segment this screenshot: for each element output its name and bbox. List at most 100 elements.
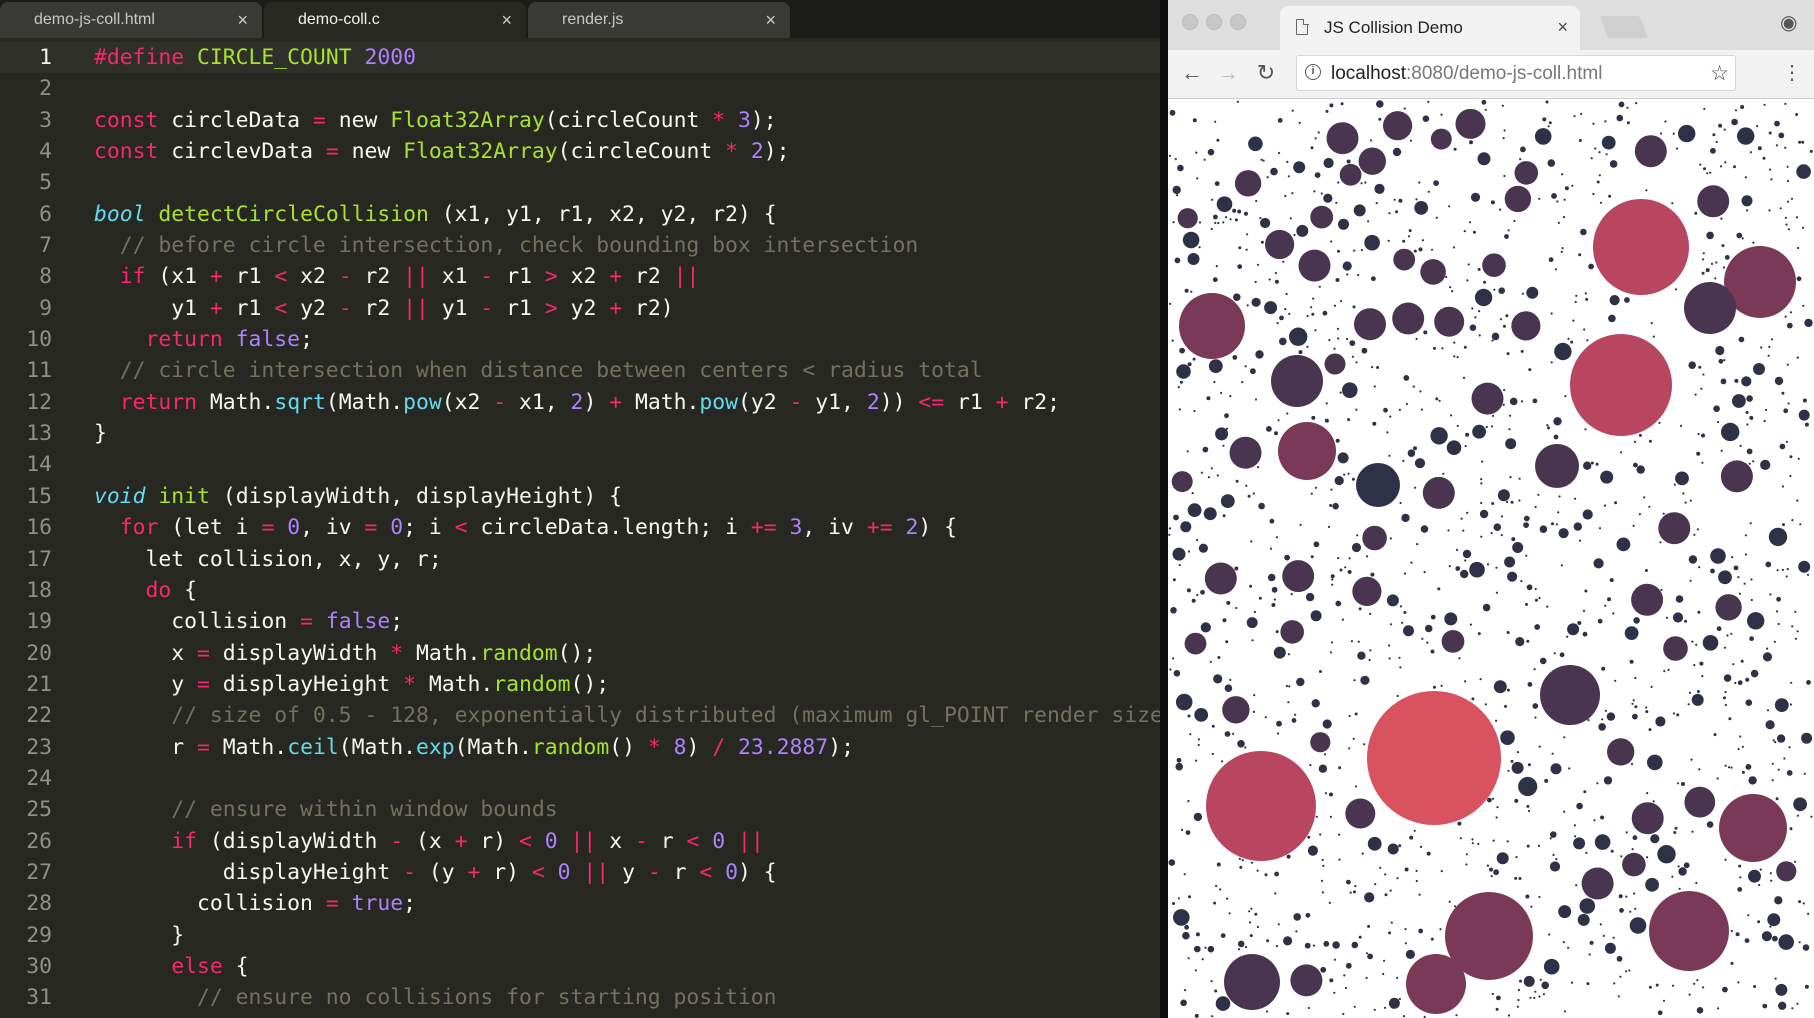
code-line[interactable]: 14 [0, 449, 1160, 480]
editor-tab-1[interactable]: demo-coll.c × [264, 2, 526, 38]
circle [1718, 358, 1724, 364]
back-icon[interactable]: ← [1178, 60, 1206, 86]
circle [1507, 769, 1510, 772]
code-area[interactable]: 1 #define CIRCLE_COUNT 2000 2 3 const circle… [0, 42, 1160, 1018]
pane-splitter[interactable] [1160, 0, 1168, 1018]
code-line[interactable]: 10 return false; [0, 324, 1160, 355]
circle [1333, 347, 1336, 350]
code-token: > [544, 295, 571, 321]
circle [1519, 158, 1522, 161]
circle [1177, 897, 1180, 900]
circle [1352, 305, 1356, 309]
code-editor[interactable]: demo-js-coll.html × demo-coll.c × render.js ×… [0, 0, 1160, 1018]
code-line[interactable]: 25 // ensure within window bounds [0, 794, 1160, 825]
code-line[interactable]: 19 collision = false; [0, 606, 1160, 637]
code-line[interactable]: 29 } [0, 920, 1160, 951]
code-line[interactable]: 22 // size of 0.5 - 128, exponentially d… [0, 700, 1160, 731]
circle [1564, 186, 1569, 191]
code-token: + [609, 389, 635, 415]
circle [1433, 685, 1436, 689]
page-viewport[interactable] [1168, 99, 1814, 1018]
close-tab-icon[interactable]: × [1557, 17, 1568, 38]
circle [1517, 988, 1520, 992]
circle [1465, 853, 1468, 856]
circle [1422, 476, 1455, 509]
circle [1248, 910, 1251, 913]
browser-tab-active[interactable]: JS Collision Demo × [1280, 6, 1580, 50]
circle [1268, 278, 1271, 281]
circle [1339, 163, 1362, 186]
code-line[interactable]: 30 else { [0, 951, 1160, 982]
code-line[interactable]: 21 y = displayHeight * Math.random(); [0, 669, 1160, 700]
code-line[interactable]: 27 displayHeight - (y + r) < 0 || y - r … [0, 857, 1160, 888]
minimize-window-button[interactable] [1206, 14, 1222, 30]
circle [1516, 1005, 1519, 1008]
code-line[interactable]: 2 [0, 73, 1160, 104]
code-line[interactable]: 11 // circle intersection when distance … [0, 355, 1160, 386]
circle [1398, 656, 1401, 659]
code-line[interactable]: 9 y1 + r1 < y2 - r2 || y1 - r1 > y2 + r2… [0, 293, 1160, 324]
code-text: const circlevData = new Float32Array(cir… [52, 136, 790, 167]
circle [1216, 474, 1219, 477]
code-line[interactable]: 1 #define CIRCLE_COUNT 2000 [0, 42, 1160, 74]
code-line[interactable]: 28 collision = true; [0, 888, 1160, 919]
code-line[interactable]: 17 let collision, x, y, r; [0, 544, 1160, 575]
circle [1427, 190, 1430, 193]
circle [1258, 502, 1265, 510]
circle [1274, 431, 1278, 436]
bookmark-star-icon[interactable]: ☆ [1710, 61, 1729, 86]
forward-icon[interactable]: → [1214, 60, 1242, 86]
code-line[interactable]: 8 if (x1 + r1 < x2 - r2 || x1 - r1 > x2 … [0, 261, 1160, 292]
code-token: return [94, 389, 210, 415]
circle [1625, 831, 1628, 834]
close-tab-icon[interactable]: × [501, 10, 512, 31]
code-line[interactable]: 24 [0, 763, 1160, 794]
info-icon[interactable]: i [1305, 64, 1321, 80]
editor-tab-0[interactable]: demo-js-coll.html × [0, 2, 262, 38]
close-window-button[interactable] [1182, 14, 1198, 30]
browser-menu-icon[interactable]: ⋮ [1782, 60, 1802, 85]
circle [1187, 253, 1200, 265]
circle [1710, 568, 1715, 574]
new-tab-button[interactable] [1599, 16, 1649, 38]
circle [1269, 518, 1275, 524]
code-line[interactable]: 7 // before circle intersection, check b… [0, 230, 1160, 261]
code-line[interactable]: 5 [0, 167, 1160, 198]
circle [1418, 247, 1423, 252]
close-tab-icon[interactable]: × [237, 10, 248, 31]
circle [1273, 646, 1286, 659]
reload-icon[interactable]: ↻ [1252, 60, 1280, 86]
code-line[interactable]: 18 do { [0, 575, 1160, 606]
code-line[interactable]: 6 bool detectCircleCollision (x1, y1, r1,… [0, 199, 1160, 230]
circle [1705, 268, 1710, 273]
address-bar[interactable]: i localhost:8080/demo-js-coll.html ☆ [1296, 55, 1736, 91]
circle [1331, 578, 1334, 581]
code-line[interactable]: 12 return Math.sqrt(Math.pow(x2 - x1, 2)… [0, 387, 1160, 418]
circle [1418, 181, 1421, 184]
code-line[interactable]: 23 r = Math.ceil(Math.exp(Math.random() … [0, 732, 1160, 763]
circle [1311, 415, 1316, 420]
code-line[interactable]: 16 for (let i = 0, iv = 0; i < circleDat… [0, 512, 1160, 543]
circle [1575, 884, 1578, 887]
code-line[interactable]: 3 const circleData = new Float32Array(cir… [0, 105, 1160, 136]
url-text[interactable]: localhost:8080/demo-js-coll.html [1331, 63, 1602, 85]
circle [1499, 208, 1502, 211]
circle [1733, 565, 1739, 571]
code-line[interactable]: 31 // ensure no collisions for starting … [0, 982, 1160, 1013]
zoom-window-button[interactable] [1230, 14, 1246, 30]
profile-icon[interactable]: ◉ [1780, 10, 1802, 34]
editor-tab-2[interactable]: render.js × [528, 2, 790, 38]
circle [1695, 643, 1698, 646]
circle [1585, 851, 1588, 855]
close-tab-icon[interactable]: × [765, 10, 776, 31]
collision-canvas[interactable] [1168, 99, 1814, 1018]
line-number: 19 [26, 609, 52, 635]
code-line[interactable]: 15 void init (displayWidth, displayHeight… [0, 481, 1160, 512]
circle [1508, 428, 1511, 431]
circle [1507, 1014, 1511, 1017]
code-line[interactable]: 13} [0, 418, 1160, 449]
circle [1256, 869, 1259, 872]
code-line[interactable]: 4 const circlevData = new Float32Array(ci… [0, 136, 1160, 167]
code-line[interactable]: 26 if (displayWidth - (x + r) < 0 || x -… [0, 826, 1160, 857]
code-line[interactable]: 20 x = displayWidth * Math.random(); [0, 638, 1160, 669]
